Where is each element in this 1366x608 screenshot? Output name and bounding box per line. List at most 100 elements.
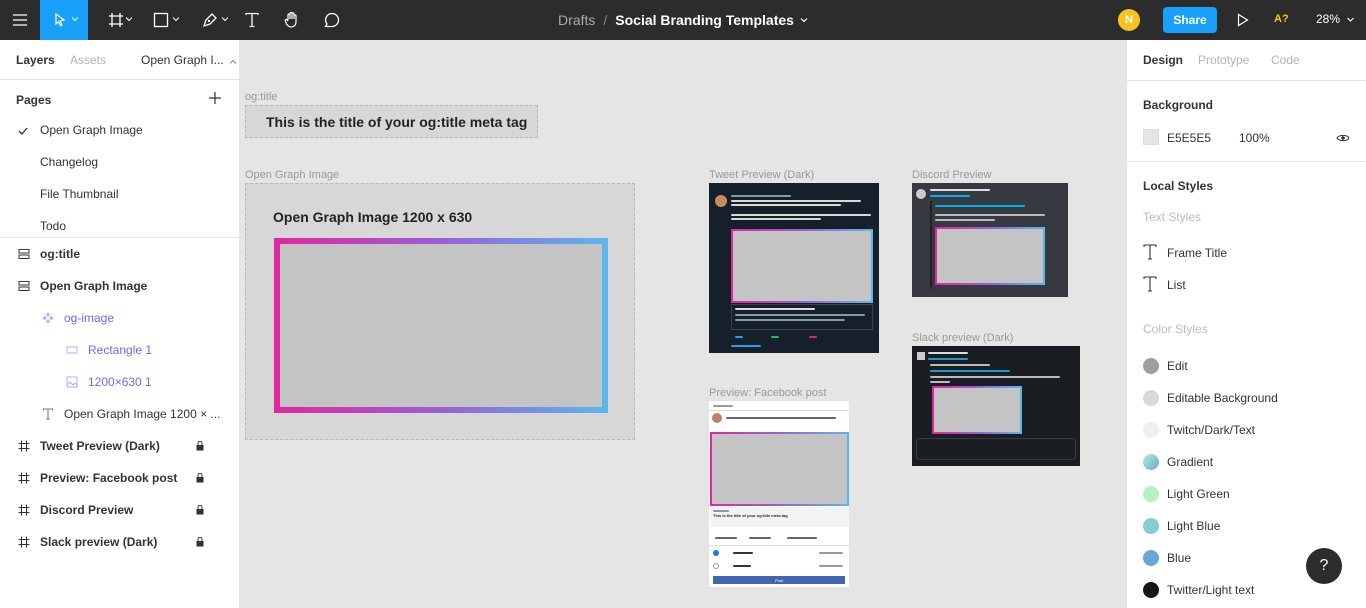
text-style-icon [1143, 243, 1159, 263]
page-item[interactable]: File Thumbnail [40, 187, 118, 201]
breadcrumb-project[interactable]: Drafts [558, 12, 595, 28]
tab-code[interactable]: Code [1271, 53, 1300, 67]
layers-panel: Layers Assets Open Graph I... Pages Open… [0, 40, 240, 608]
color-style-item[interactable]: Gradient [1143, 452, 1213, 472]
frame-label[interactable]: Open Graph Image [245, 169, 339, 181]
share-button[interactable]: Share [1163, 7, 1217, 33]
layer-open-graph-image[interactable]: Open Graph Image [0, 270, 240, 302]
page-item[interactable]: Todo [40, 219, 66, 233]
layer-tweet-preview[interactable]: Tweet Preview (Dark) [0, 430, 240, 462]
background-header: Background [1143, 98, 1214, 112]
image-icon [66, 376, 78, 388]
color-style-item[interactable]: Light Blue [1143, 516, 1220, 536]
tab-prototype[interactable]: Prototype [1198, 53, 1249, 67]
layer-text[interactable]: Open Graph Image 1200 × ... [0, 398, 240, 430]
chevron-up-icon[interactable] [229, 55, 237, 69]
layer-facebook-preview[interactable]: Preview: Facebook post [0, 462, 240, 494]
text-style-item[interactable]: List [1143, 275, 1186, 295]
frame-label[interactable]: Slack preview (Dark) [912, 332, 1013, 344]
layer-rectangle[interactable]: Rectangle 1 [0, 334, 240, 366]
text-style-name: List [1167, 278, 1186, 292]
tweet-preview-frame[interactable] [709, 183, 879, 353]
og-title-frame[interactable]: This is the title of your og:title meta … [245, 105, 538, 138]
canvas[interactable]: og:title This is the title of your og:ti… [240, 40, 1126, 608]
layer-slack-preview[interactable]: Slack preview (Dark) [0, 526, 240, 558]
lock-icon[interactable] [196, 472, 204, 483]
tab-design[interactable]: Design [1143, 53, 1183, 67]
frame-icon [108, 12, 124, 28]
page-item[interactable]: Changelog [40, 155, 98, 169]
layer-label: Discord Preview [40, 503, 134, 517]
zoom-dropdown[interactable]: 28% [1316, 12, 1355, 26]
comment-tool-button[interactable] [318, 0, 346, 40]
left-panel-tabs: Layers Assets Open Graph I... [0, 40, 239, 80]
text-tool-button[interactable] [238, 0, 266, 40]
eye-icon[interactable] [1336, 132, 1350, 146]
fb-post-button: Post [713, 576, 845, 584]
shape-tool-button[interactable] [140, 0, 182, 40]
lock-icon[interactable] [196, 504, 204, 515]
layer-label: og-image [64, 311, 115, 325]
page-item[interactable]: Open Graph Image [40, 123, 143, 137]
frame-label[interactable]: Preview: Facebook post [709, 387, 826, 399]
color-style-name: Blue [1167, 551, 1192, 565]
chevron-down-icon [1347, 12, 1355, 26]
color-style-name: Edit [1167, 359, 1188, 373]
local-styles-header: Local Styles [1143, 179, 1214, 193]
background-swatch[interactable] [1143, 129, 1159, 145]
play-icon [1237, 13, 1249, 27]
frame-label[interactable]: og:title [245, 91, 277, 103]
frame-icon [18, 536, 30, 548]
chevron-down-icon[interactable] [800, 16, 808, 24]
color-swatch [1143, 358, 1159, 374]
divider [1127, 161, 1366, 162]
layer-label: Rectangle 1 [88, 343, 153, 357]
tab-assets[interactable]: Assets [70, 53, 106, 67]
color-swatch [1143, 518, 1159, 534]
layer-og-image[interactable]: og-image [0, 302, 240, 334]
color-style-item[interactable]: Blue [1143, 548, 1191, 568]
frame-icon [18, 440, 30, 452]
pen-tool-button[interactable] [190, 0, 230, 40]
slack-preview-frame[interactable] [912, 346, 1080, 466]
file-name[interactable]: Social Branding Templates [615, 12, 794, 28]
frame-label[interactable]: Discord Preview [912, 169, 991, 181]
avatar[interactable]: N [1118, 9, 1140, 31]
lock-icon[interactable] [196, 536, 204, 547]
text-style-item[interactable]: Frame Title [1143, 243, 1227, 263]
add-page-icon[interactable] [208, 91, 222, 105]
discord-preview-frame[interactable] [912, 183, 1068, 297]
color-style-item[interactable]: Editable Background [1143, 388, 1278, 408]
layer-discord-preview[interactable]: Discord Preview [0, 494, 240, 526]
background-hex-input[interactable]: E5E5E5 [1167, 131, 1211, 145]
facebook-preview-frame[interactable]: This is the title of your og:title meta … [709, 401, 849, 587]
present-button[interactable] [1232, 0, 1254, 40]
frame-label[interactable]: Tweet Preview (Dark) [709, 169, 814, 181]
layer-image[interactable]: 1200×630 1 [0, 366, 240, 398]
background-opacity-input[interactable]: 100% [1239, 131, 1270, 145]
layer-label: Open Graph Image [40, 279, 148, 293]
color-style-item[interactable]: Light Green [1143, 484, 1230, 504]
color-style-item[interactable]: Twitter/Light text [1143, 580, 1254, 600]
menu-icon[interactable] [0, 0, 40, 40]
rectangle-icon [66, 344, 78, 356]
lock-icon[interactable] [196, 440, 204, 451]
hand-icon [283, 11, 301, 29]
og-image-rectangle[interactable] [274, 238, 608, 413]
missing-fonts-badge[interactable]: A? [1274, 13, 1289, 25]
help-button[interactable]: ? [1306, 548, 1342, 584]
move-tool-button[interactable] [40, 0, 88, 40]
frame-tool-button[interactable] [96, 0, 136, 40]
comment-icon [324, 12, 340, 28]
color-style-name: Editable Background [1167, 391, 1278, 405]
breadcrumb-separator: / [603, 12, 608, 28]
layer-og-title[interactable]: og:title [0, 238, 240, 270]
page-selector[interactable]: Open Graph I... [141, 53, 224, 67]
color-style-item[interactable]: Twitch/Dark/Text [1143, 420, 1255, 440]
open-graph-image-frame[interactable]: Open Graph Image 1200 x 630 [245, 183, 635, 440]
hand-tool-button[interactable] [278, 0, 306, 40]
chevron-down-icon [222, 16, 228, 22]
color-style-name: Light Blue [1167, 519, 1221, 533]
color-style-item[interactable]: Edit [1143, 356, 1188, 376]
tab-layers[interactable]: Layers [16, 53, 55, 67]
